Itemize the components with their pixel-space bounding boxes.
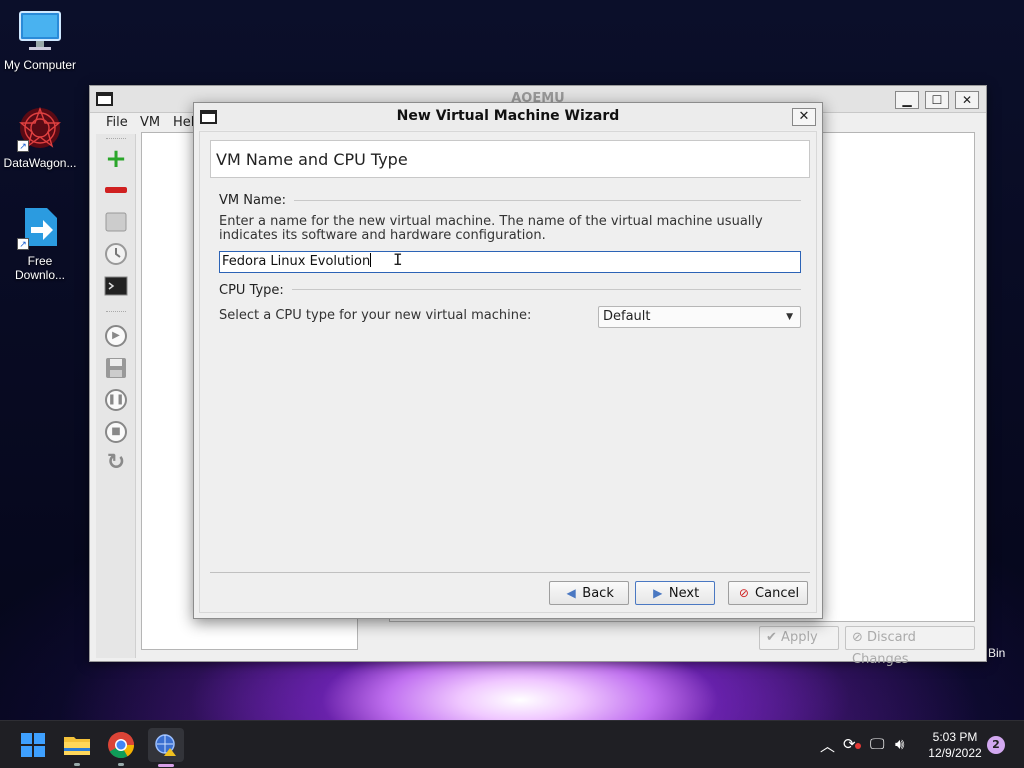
desktop-icon-label: My Computer: [3, 58, 77, 72]
desktop-icon-label: Free Downlo...: [14, 254, 66, 282]
add-vm-icon[interactable]: +: [104, 146, 128, 172]
text-caret: [370, 253, 372, 267]
mouse-ibeam-cursor: I: [393, 250, 403, 269]
start-icon[interactable]: [17, 729, 49, 761]
taskbar: ︿ ⟳ 🖵 🔊︎ 5:03 PM 12/9/2022 2: [0, 720, 1024, 768]
download-manager-icon: ↗: [17, 204, 63, 250]
next-button[interactable]: ▶ Next: [635, 581, 715, 605]
cpu-type-separator: [219, 289, 801, 290]
dialog-title: New Virtual Machine Wizard: [396, 108, 620, 124]
footer-separator: [210, 572, 810, 573]
sync-icon[interactable]: ⟳: [843, 735, 856, 753]
desktop-icon-my-computer[interactable]: My Computer: [0, 10, 80, 72]
cancel-circle-icon: ⊘: [852, 630, 863, 645]
desktop-icon-free-download[interactable]: ↗ Free Downlo...: [0, 204, 80, 282]
stop-vm-icon[interactable]: ■: [105, 421, 127, 443]
chrome-icon[interactable]: [105, 729, 137, 766]
toolbar-separator: [106, 311, 126, 312]
toolbar-grip: [106, 138, 126, 139]
close-button[interactable]: ✕: [955, 91, 979, 109]
dialog-close-button[interactable]: ✕: [792, 108, 816, 126]
cpu-type-selected: Default: [603, 309, 651, 324]
page-title: VM Name and CPU Type: [210, 140, 810, 178]
active-indicator: [158, 764, 174, 767]
network-icon[interactable]: 🖵: [870, 735, 884, 753]
new-vm-wizard-dialog: New Virtual Machine Wizard ✕ VM Name and…: [193, 102, 823, 619]
minimize-button[interactable]: ▁: [895, 91, 919, 109]
cancel-icon: ⊘: [738, 586, 749, 600]
back-arrow-icon: ◀: [566, 586, 576, 600]
apply-label: Apply: [781, 630, 818, 645]
aoemu-icon[interactable]: [148, 728, 184, 767]
dialog-title-bar[interactable]: New Virtual Machine Wizard ✕: [194, 103, 822, 130]
running-indicator: [118, 763, 124, 766]
vm-name-value: Fedora Linux Evolution: [222, 254, 371, 269]
vm-name-section-label: VM Name:: [219, 193, 294, 208]
desktop-icon-label: DataWagon...: [3, 156, 77, 170]
sync-error-dot: [855, 743, 861, 749]
vm-name-input[interactable]: Fedora Linux Evolution: [219, 251, 801, 273]
cancel-button[interactable]: ⊘ Cancel: [728, 581, 808, 605]
back-button[interactable]: ◀ Back: [549, 581, 629, 605]
terminal-icon[interactable]: [104, 274, 128, 298]
vm-name-separator: [219, 200, 801, 201]
dropdown-arrow-icon: ▼: [786, 312, 793, 322]
discard-changes-button[interactable]: ⊘ Discard Changes: [845, 626, 975, 667]
chevron-up-icon[interactable]: ︿: [820, 735, 835, 756]
clock-date: 12/9/2022: [928, 746, 982, 760]
next-arrow-icon: ▶: [653, 586, 663, 600]
vm-properties-icon[interactable]: [104, 210, 128, 234]
cancel-label: Cancel: [755, 586, 800, 601]
running-indicator: [74, 763, 80, 766]
clock[interactable]: 5:03 PM 12/9/2022: [920, 729, 990, 761]
clock-icon[interactable]: [104, 242, 128, 266]
apply-button[interactable]: ✔ Apply: [759, 626, 839, 650]
cpu-type-description: Select a CPU type for your new virtual m…: [219, 308, 532, 323]
next-label: Next: [668, 586, 700, 601]
vm-name-description: Enter a name for the new virtual machine…: [219, 214, 763, 243]
clock-time: 5:03 PM: [932, 730, 978, 744]
vertical-toolbar: + ▶ ❚❚ ■ ↻: [96, 134, 136, 658]
wizard-page: VM Name and CPU Type VM Name: Enter a na…: [199, 131, 817, 613]
monitor-icon: [19, 10, 61, 54]
shortcut-arrow-icon: ↗: [17, 140, 29, 152]
desktop-icon-datawagon[interactable]: ↗ DataWagon...: [0, 106, 80, 170]
datawagon-icon: ↗: [17, 106, 63, 152]
maximize-button[interactable]: ☐: [925, 91, 949, 109]
menu-file[interactable]: File: [106, 115, 128, 130]
remove-vm-icon[interactable]: [104, 178, 128, 202]
file-explorer-icon[interactable]: [61, 729, 93, 766]
recycle-bin-label[interactable]: Bin: [988, 646, 1005, 660]
cpu-type-section-label: CPU Type:: [219, 283, 292, 298]
volume-icon[interactable]: 🔊︎: [895, 735, 904, 753]
start-vm-icon[interactable]: ▶: [105, 325, 127, 347]
pause-vm-icon[interactable]: ❚❚: [105, 389, 127, 411]
back-label: Back: [582, 586, 614, 601]
notification-badge[interactable]: 2: [987, 736, 1005, 754]
reset-vm-icon[interactable]: ↻: [104, 451, 128, 475]
save-icon[interactable]: [104, 356, 128, 380]
menu-vm[interactable]: VM: [140, 115, 160, 130]
shortcut-arrow-icon: ↗: [17, 238, 29, 250]
checkmark-icon: ✔: [766, 630, 777, 645]
cpu-type-select[interactable]: Default ▼: [598, 306, 801, 328]
